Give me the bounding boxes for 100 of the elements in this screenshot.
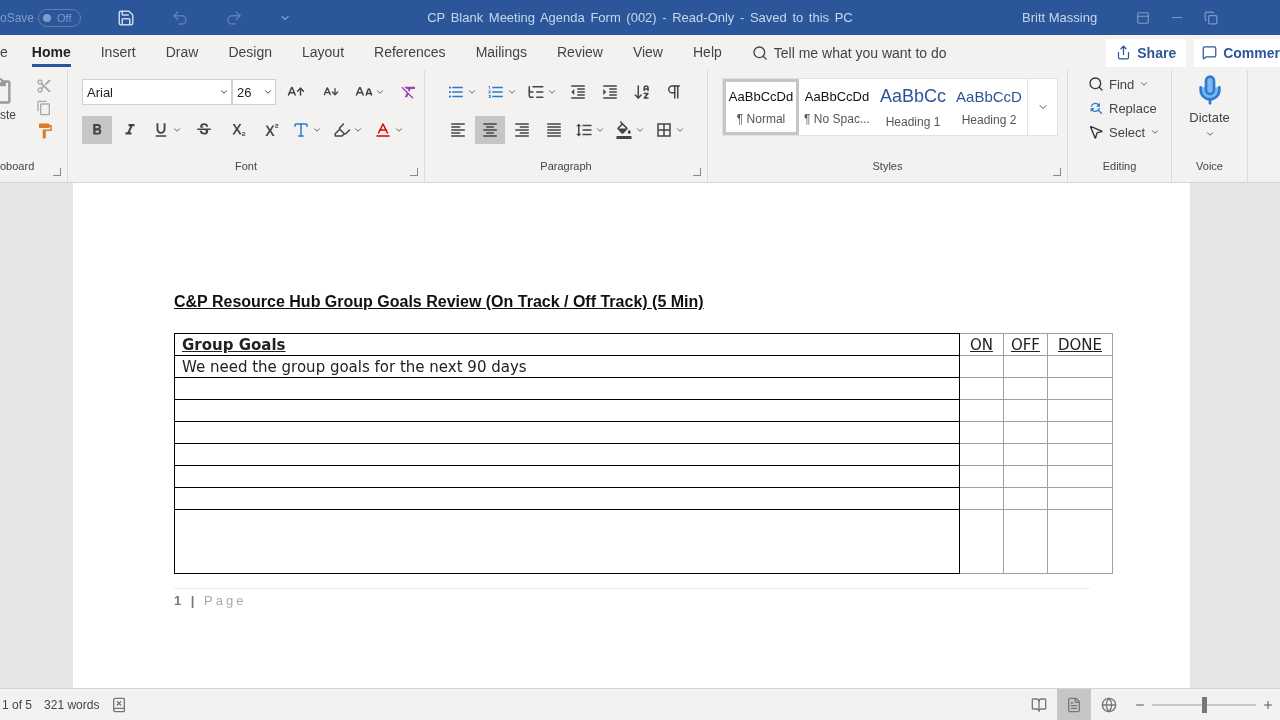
caret-icon xyxy=(1150,127,1161,137)
line-spacing-icon xyxy=(575,121,593,139)
column-header: Group Goals xyxy=(174,333,960,356)
group-label: Paragraph xyxy=(540,160,592,174)
page-footer: 1 | Page xyxy=(174,593,247,608)
caret-icon xyxy=(675,125,685,135)
ribbon-options-icon xyxy=(1136,10,1150,25)
word-count[interactable]: 321 words xyxy=(44,697,100,712)
scissors-icon[interactable] xyxy=(36,78,52,94)
align-center-button[interactable] xyxy=(475,116,505,144)
table-cell xyxy=(959,509,1004,574)
window-title: CP Blank Meeting Agenda Form (002) - Read-Only - Saved to this PC xyxy=(426,10,854,25)
group-label: Font xyxy=(235,160,257,174)
table-cell xyxy=(1003,443,1048,466)
style-item[interactable]: AaBbCcDd ¶ Normal xyxy=(723,79,799,135)
numbered-list-icon xyxy=(487,83,505,101)
proofing-icon[interactable] xyxy=(111,696,128,713)
ribbon-tab[interactable]: References xyxy=(374,38,446,67)
table-cell xyxy=(1047,487,1113,510)
ribbon-tab[interactable]: Help xyxy=(693,38,722,67)
align-right-icon xyxy=(513,121,531,139)
ribbon-tab[interactable]: Draw xyxy=(165,38,199,67)
table-cell xyxy=(1047,377,1113,400)
column-header: DONE xyxy=(1047,333,1113,356)
table-cell xyxy=(1047,399,1113,422)
group-label: oboard xyxy=(0,160,35,174)
autosave-label: oSave xyxy=(0,10,35,25)
increase-indent-icon xyxy=(601,83,619,101)
dialog-launcher-icon[interactable] xyxy=(693,168,701,176)
table-cell xyxy=(1003,487,1048,510)
table-cell xyxy=(1003,399,1048,422)
caret-icon xyxy=(507,87,517,97)
caret-icon xyxy=(312,125,322,135)
comment-icon xyxy=(1202,45,1218,60)
style-name: Heading 2 xyxy=(961,112,1017,127)
dialog-launcher-icon[interactable] xyxy=(1053,168,1061,176)
caret-icon xyxy=(172,125,182,135)
find-button[interactable]: Find xyxy=(1084,74,1165,94)
comments-button[interactable]: Commer xyxy=(1194,38,1280,67)
replace-button[interactable]: Replace xyxy=(1084,98,1165,118)
section-heading: C&P Resource Hub Group Goals Review (On Track / Off Track) (5 Min) xyxy=(174,293,704,311)
table-cell xyxy=(1003,421,1048,444)
dialog-launcher-icon[interactable] xyxy=(53,168,61,176)
table-cell xyxy=(1003,355,1048,378)
replace-icon xyxy=(1088,100,1104,116)
group-label: Styles xyxy=(872,160,903,174)
save-button[interactable] xyxy=(116,8,135,27)
minimize-icon xyxy=(1172,17,1182,18)
font-color-icon xyxy=(374,121,392,139)
caret-icon xyxy=(219,87,229,97)
group-label: Voice xyxy=(1196,160,1223,174)
sort-icon xyxy=(633,83,651,101)
dialog-launcher-icon[interactable] xyxy=(410,168,418,176)
ribbon-tab[interactable]: Layout xyxy=(302,38,345,67)
style-sample: AaBbCc xyxy=(879,85,946,107)
dictate-button[interactable]: Dictate xyxy=(1181,72,1238,160)
table-cell xyxy=(959,377,1004,400)
borders-icon xyxy=(655,121,673,139)
table-cell xyxy=(1047,355,1113,378)
table-cell xyxy=(959,399,1004,422)
align-center-icon xyxy=(481,121,499,139)
ribbon-tab[interactable]: Insert xyxy=(100,38,136,67)
text-effects-icon xyxy=(292,121,310,139)
font-size-field[interactable]: 26 xyxy=(232,79,276,105)
table-cell xyxy=(1047,509,1113,574)
select-button[interactable]: Select xyxy=(1084,122,1165,142)
page-count[interactable]: 1 of 5 xyxy=(2,697,33,712)
print-view-button[interactable] xyxy=(1057,689,1091,720)
tell-me-field[interactable]: Tell me what you want to do xyxy=(773,44,947,61)
table-cell xyxy=(1047,421,1113,444)
format-painter-icon[interactable] xyxy=(36,122,54,140)
copy-icon[interactable] xyxy=(36,100,52,116)
caret-icon xyxy=(375,87,385,97)
restore-icon xyxy=(1204,10,1218,25)
ribbon-tab[interactable]: e xyxy=(0,38,8,67)
search-icon xyxy=(751,44,768,61)
caret-icon xyxy=(263,87,273,97)
restore-button[interactable] xyxy=(1204,10,1218,25)
style-sample: AaBbCcD xyxy=(956,87,1022,105)
caret-icon xyxy=(595,125,605,135)
caret-icon xyxy=(1139,79,1150,89)
ribbon-tab[interactable]: Design xyxy=(228,38,272,67)
font-name-field[interactable]: Arial xyxy=(82,79,232,105)
zoom-in-icon[interactable] xyxy=(1262,698,1274,711)
ribbon-tab[interactable]: View xyxy=(632,38,663,67)
ribbon-tab[interactable]: Mailings xyxy=(475,38,527,67)
bold-button[interactable] xyxy=(82,116,112,144)
table-cell: We need the group goals for the next 90 days xyxy=(174,355,960,378)
ribbon-tab[interactable]: Home xyxy=(31,38,71,67)
share-button[interactable]: Share xyxy=(1106,38,1187,67)
zoom-thumb[interactable] xyxy=(1202,696,1207,713)
caret-icon xyxy=(1204,129,1215,139)
paste-label[interactable]: ste xyxy=(0,108,28,122)
caret-icon xyxy=(635,125,645,135)
ribbon-options-button[interactable] xyxy=(1136,10,1150,25)
table-cell xyxy=(1047,443,1113,466)
style-sample: AaBbCcDd xyxy=(804,88,870,104)
ribbon-tab[interactable]: Review xyxy=(557,38,603,67)
decrease-indent-icon xyxy=(569,83,587,101)
table-cell xyxy=(959,421,1004,444)
